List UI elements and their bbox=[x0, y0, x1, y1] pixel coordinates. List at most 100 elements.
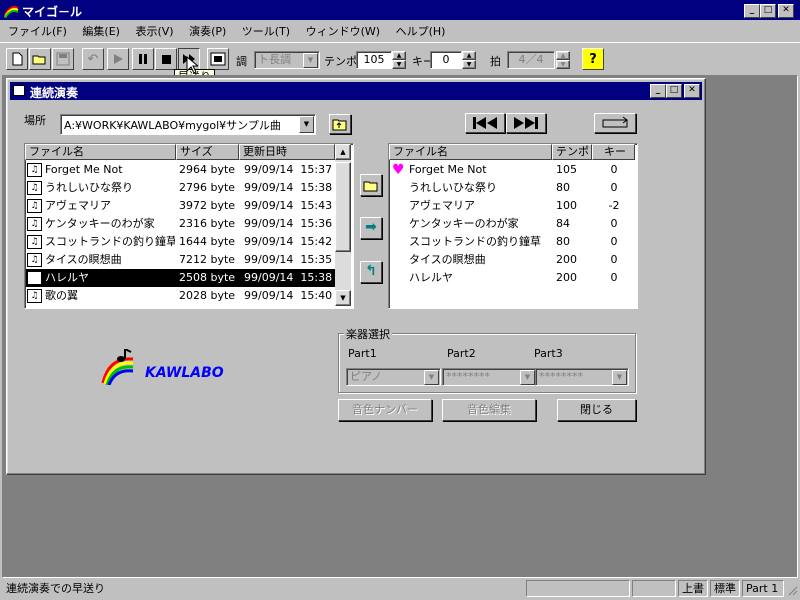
spin-down-icon[interactable]: ▼ bbox=[556, 60, 570, 69]
key-select[interactable]: ト長調 ▼ bbox=[254, 51, 320, 69]
help-button[interactable]: ? bbox=[582, 48, 604, 70]
file-size: 2316 byte bbox=[179, 217, 236, 230]
minimize-button[interactable]: _ bbox=[744, 4, 760, 18]
beat-input[interactable]: 4／4 bbox=[507, 51, 555, 69]
repeat-toggle-button[interactable] bbox=[594, 113, 636, 133]
playlist-row[interactable]: ハレルヤ 200 0 bbox=[390, 269, 634, 287]
spin-up-icon[interactable]: ▲ bbox=[556, 51, 570, 60]
scroll-up-icon[interactable]: ▲ bbox=[335, 144, 351, 160]
column-header-filename[interactable]: ファイル名 bbox=[25, 144, 176, 160]
scroll-down-icon[interactable]: ▼ bbox=[335, 290, 351, 306]
close-button[interactable]: ✕ bbox=[778, 4, 794, 18]
file-list-row[interactable]: ♫ ハレルヤ 2508 byte 99/09/14 15:38 bbox=[26, 269, 335, 287]
menu-file[interactable]: ファイル(F) bbox=[8, 25, 67, 38]
chevron-down-icon[interactable]: ▼ bbox=[299, 116, 314, 133]
undo-button[interactable]: ↶ bbox=[82, 48, 104, 70]
playlist-row[interactable]: タイスの瞑想曲 200 0 bbox=[390, 251, 634, 269]
tempo-spinner[interactable]: ▲ ▼ bbox=[392, 51, 406, 69]
new-file-icon bbox=[12, 52, 23, 66]
previous-track-button[interactable] bbox=[465, 113, 505, 133]
spin-up-icon[interactable]: ▲ bbox=[462, 51, 476, 60]
file-list-row[interactable]: ♫ うれしいひな祭り 2796 byte 99/09/14 15:38 bbox=[26, 179, 335, 197]
tone-edit-button[interactable]: 音色編集 bbox=[442, 399, 536, 421]
column-header-tempo[interactable]: テンポ bbox=[552, 144, 592, 160]
location-path[interactable]: A:¥WORK¥KAWLABO¥mygol¥サンプル曲 ▼ bbox=[60, 114, 316, 135]
menu-play[interactable]: 演奏(P) bbox=[189, 25, 226, 38]
film-view-button[interactable] bbox=[207, 48, 229, 70]
minimize-button[interactable]: _ bbox=[650, 84, 666, 98]
playlist-row[interactable]: スコットランドの釣り鐘草 80 0 bbox=[390, 233, 634, 251]
playlist-key: 0 bbox=[610, 217, 618, 230]
mouse-pointer-icon bbox=[186, 55, 200, 77]
tempo-input[interactable]: 105 bbox=[356, 51, 392, 69]
file-list-row[interactable]: ♫ スコットランドの釣り鐘草 1644 byte 99/09/14 15:42 bbox=[26, 233, 335, 251]
file-date: 99/09/14 15:36 bbox=[244, 217, 333, 230]
menu-window[interactable]: ウィンドウ(W) bbox=[306, 25, 380, 38]
file-list-row[interactable]: ♫ ケンタッキーのわが家 2316 byte 99/09/14 15:36 bbox=[26, 215, 335, 233]
playlist-name: ハレルヤ bbox=[409, 271, 453, 284]
file-list-row[interactable]: ♫ Forget Me Not 2964 byte 99/09/14 15:37 bbox=[26, 161, 335, 179]
playlist-tempo: 80 bbox=[556, 181, 570, 194]
chevron-down-icon: ▼ bbox=[520, 370, 535, 385]
file-list-scrollbar[interactable]: ▲ ▼ bbox=[335, 144, 351, 306]
skip-forward-icon bbox=[514, 117, 538, 129]
playlist-row[interactable]: うれしいひな祭り 80 0 bbox=[390, 179, 634, 197]
new-file-button[interactable] bbox=[6, 48, 28, 70]
stop-button[interactable] bbox=[155, 48, 177, 70]
part2-label: Part2 bbox=[447, 347, 476, 360]
close-dialog-button[interactable]: 閉じる bbox=[557, 399, 636, 421]
save-button[interactable] bbox=[52, 48, 74, 70]
column-header-date[interactable]: 更新日時 bbox=[239, 144, 335, 160]
file-name: アヴェマリア bbox=[45, 199, 111, 212]
playlist-name: Forget Me Not bbox=[409, 163, 487, 176]
playlist-row[interactable]: ケンタッキーのわが家 84 0 bbox=[390, 215, 634, 233]
play-button[interactable] bbox=[107, 48, 129, 70]
column-header-key[interactable]: キー bbox=[592, 144, 635, 160]
scroll-thumb[interactable] bbox=[335, 162, 351, 252]
playlist-name: ケンタッキーのわが家 bbox=[409, 217, 519, 230]
file-size: 3972 byte bbox=[179, 199, 236, 212]
menu-view[interactable]: 表示(V) bbox=[135, 25, 173, 38]
transpose-input[interactable]: 0 bbox=[430, 51, 462, 69]
file-list-row[interactable]: ♫ 歌の翼 2028 byte 99/09/14 15:40 bbox=[26, 287, 335, 305]
file-date: 99/09/14 15:35 bbox=[244, 253, 333, 266]
beat-spinner[interactable]: ▲ ▼ bbox=[556, 51, 570, 69]
add-to-playlist-button[interactable]: ➡ bbox=[360, 217, 382, 239]
next-track-button[interactable] bbox=[506, 113, 546, 133]
spin-down-icon[interactable]: ▼ bbox=[462, 60, 476, 69]
return-arrow-icon: ↰ bbox=[365, 263, 377, 279]
playlist-row[interactable]: ♥ Forget Me Not 105 0 bbox=[390, 161, 634, 179]
note-file-icon: ♫ bbox=[27, 233, 42, 251]
parent-folder-button[interactable] bbox=[329, 114, 351, 134]
part2-select[interactable]: ******** ▼ bbox=[442, 368, 537, 386]
beat-label: 拍 bbox=[490, 55, 501, 68]
tone-number-button[interactable]: 音色ナンバー bbox=[338, 399, 432, 421]
file-date: 99/09/14 15:42 bbox=[244, 235, 333, 248]
spin-up-icon[interactable]: ▲ bbox=[392, 51, 406, 60]
toolbar: ↶ 調 ト長調 ▼ テンポ 105 ▲ ▼ キー 0 ▲ ▼ 拍 4／4 ▲ ▼… bbox=[0, 42, 800, 74]
transpose-spinner[interactable]: ▲ ▼ bbox=[462, 51, 476, 69]
file-date: 99/09/14 15:38 bbox=[244, 271, 333, 284]
file-name: Forget Me Not bbox=[45, 163, 123, 176]
part3-select[interactable]: ******** ▼ bbox=[535, 368, 629, 386]
menu-edit[interactable]: 編集(E) bbox=[82, 25, 120, 38]
menu-tools[interactable]: ツール(T) bbox=[242, 25, 290, 38]
open-file-button[interactable] bbox=[29, 48, 51, 70]
part1-select[interactable]: ピアノ ▼ bbox=[346, 368, 441, 386]
pause-button[interactable] bbox=[132, 48, 154, 70]
playlist-row[interactable]: アヴェマリア 100 -2 bbox=[390, 197, 634, 215]
chevron-down-icon: ▼ bbox=[612, 370, 627, 385]
menu-help[interactable]: ヘルプ(H) bbox=[396, 25, 446, 38]
file-list-row[interactable]: ♫ タイスの瞑想曲 7212 byte 99/09/14 15:35 bbox=[26, 251, 335, 269]
add-folder-button[interactable] bbox=[360, 174, 382, 196]
maximize-button[interactable]: □ bbox=[760, 4, 776, 18]
file-list-row[interactable]: ♫ アヴェマリア 3972 byte 99/09/14 15:43 bbox=[26, 197, 335, 215]
spin-down-icon[interactable]: ▼ bbox=[392, 60, 406, 69]
column-header-filename[interactable]: ファイル名 bbox=[389, 144, 552, 160]
column-header-size[interactable]: サイズ bbox=[176, 144, 239, 160]
return-button[interactable]: ↰ bbox=[360, 261, 382, 283]
transpose-value: 0 bbox=[442, 53, 450, 66]
maximize-button[interactable]: □ bbox=[666, 84, 682, 98]
close-button[interactable]: ✕ bbox=[684, 84, 700, 98]
resize-grip-icon[interactable] bbox=[786, 584, 798, 598]
